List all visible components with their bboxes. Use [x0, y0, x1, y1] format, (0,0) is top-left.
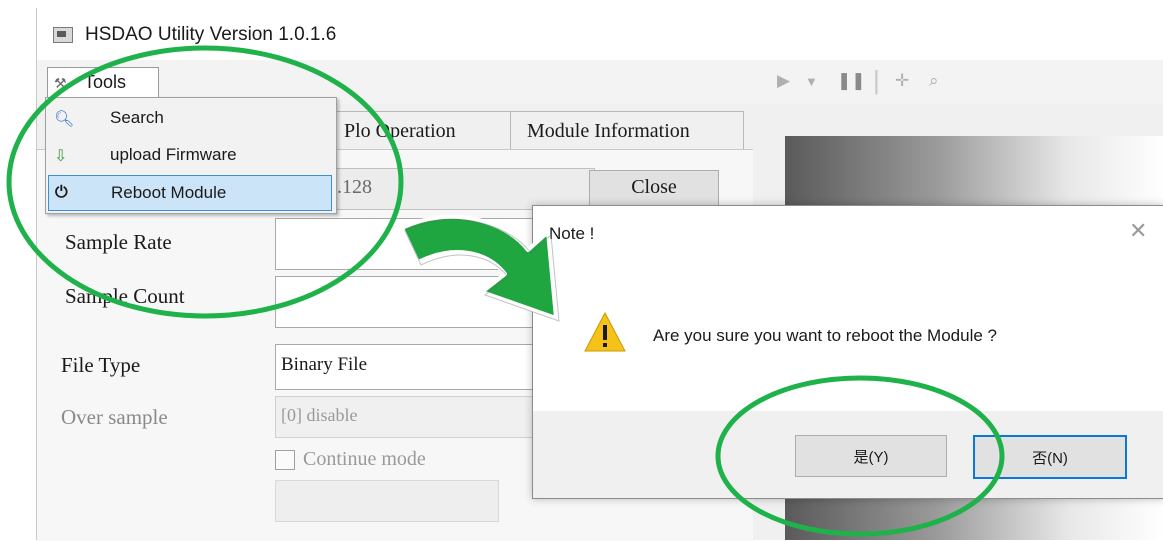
tools-icon: ⚒	[54, 75, 67, 91]
yes-button[interactable]: 是(Y)	[795, 435, 947, 477]
menu-item-reboot-label: Reboot Module	[111, 183, 227, 202]
file-type-value: Binary File	[281, 354, 368, 375]
over-sample-label: Over sample	[61, 405, 168, 429]
dropdown-arrow-icon[interactable]: ▼	[805, 74, 818, 89]
sample-rate-input[interactable]	[275, 218, 537, 270]
sample-rate-label: Sample Rate	[65, 230, 172, 254]
warning-icon	[584, 311, 626, 352]
tab-module-label: Module Information	[527, 120, 690, 142]
sample-rate-value: 1200	[427, 234, 467, 256]
continue-mode-checkbox[interactable]	[275, 450, 295, 470]
upload-firmware-icon: ⇩	[54, 148, 68, 165]
tab-plot-label: Plo Operation	[344, 120, 456, 142]
tools-dropdown-menu: 🔍︎ Search ⇩ upload Firmware ⏻ Reboot Mod…	[45, 97, 337, 214]
over-sample-value: [0] disable	[281, 405, 358, 425]
menu-item-upload-firmware[interactable]: ⇩ upload Firmware	[48, 138, 332, 172]
no-button[interactable]: 否(N)	[973, 435, 1127, 479]
tab-module-information[interactable]: Module Information	[510, 111, 744, 150]
no-button-label: 否(N)	[1032, 450, 1068, 467]
close-icon[interactable]: ✕	[1129, 218, 1147, 244]
dialog-message: Are you sure you want to reboot the Modu…	[653, 326, 997, 345]
app-icon	[53, 27, 73, 43]
dialog-title: Note !	[549, 224, 595, 243]
search-icon: 🔍︎	[54, 111, 75, 128]
menu-item-search-label: Search	[110, 108, 164, 127]
sample-count-label: Sample Count	[65, 284, 185, 308]
crosshair-icon[interactable]: ✛	[895, 71, 909, 91]
close-button-label: Close	[631, 176, 677, 198]
close-button[interactable]: Close	[589, 170, 719, 206]
pause-icon[interactable]: ❚❚	[837, 71, 866, 91]
tab-plot-operation[interactable]: Plo Operation	[333, 111, 511, 150]
zoom-icon[interactable]: ⌕	[929, 71, 939, 91]
yes-button-label: 是(Y)	[853, 449, 889, 466]
play-icon[interactable]: ▶	[777, 71, 790, 91]
dialog-footer: 是(Y) 否(N)	[533, 411, 1163, 498]
window-title: HSDAO Utility Version 1.0.1.6	[85, 24, 337, 45]
sample-count-input[interactable]	[275, 276, 537, 328]
plot-toolbar: ▶ ▼ ❚❚ | ✛ ⌕	[777, 63, 1163, 99]
title-bar: HSDAO Utility Version 1.0.1.6	[37, 8, 1163, 60]
tools-menu-label: Tools	[84, 72, 127, 92]
file-type-label: File Type	[61, 353, 141, 377]
toolbar-separator: |	[873, 65, 880, 95]
tools-menu[interactable]: ⚒ Tools	[47, 67, 159, 98]
power-icon: ⏻	[55, 184, 68, 201]
menu-item-reboot-module[interactable]: ⏻ Reboot Module	[48, 175, 332, 211]
menu-item-search[interactable]: 🔍︎ Search	[48, 101, 332, 135]
disabled-field	[275, 480, 499, 522]
continue-mode-label: Continue mode	[303, 448, 426, 470]
confirm-dialog: Note ! ✕ Are you sure you want to reboot…	[532, 205, 1163, 499]
menu-item-upload-label: upload Firmware	[110, 145, 237, 164]
